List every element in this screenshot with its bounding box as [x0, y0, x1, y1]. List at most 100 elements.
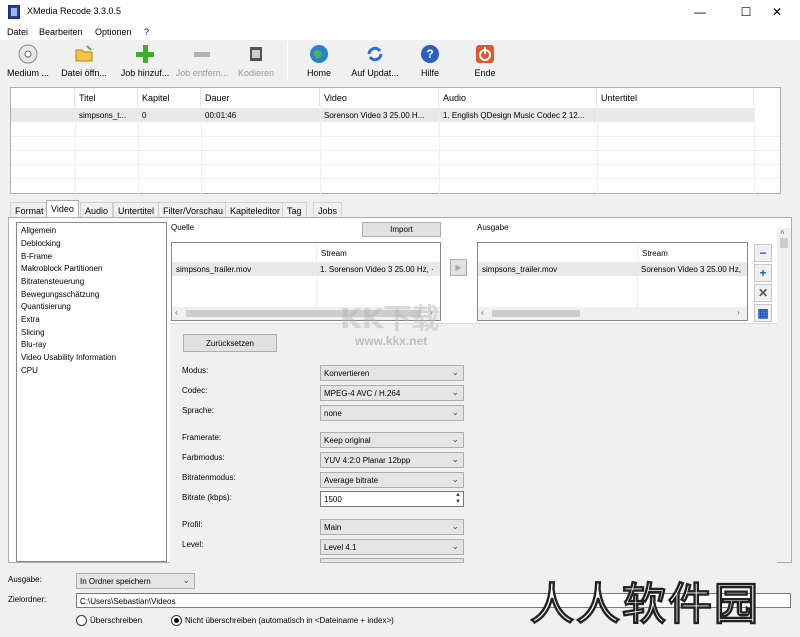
column-header-audio[interactable]: Audio — [439, 88, 597, 106]
profile-select[interactable]: Main ⌄ — [320, 519, 464, 535]
scroll-up-icon[interactable]: ˄ — [780, 228, 785, 237]
column-header-duration[interactable]: Dauer — [201, 88, 320, 106]
output-hscrollbar[interactable]: ‹ › — [478, 307, 747, 320]
app-icon — [8, 5, 20, 19]
source-stream-header: Stream — [321, 249, 347, 258]
menu-optionen[interactable]: Optionen — [95, 27, 132, 37]
overwrite-label: Überschreiben — [90, 616, 143, 625]
level-label: Level: — [182, 540, 204, 549]
tab-jobs[interactable]: Jobs — [313, 202, 343, 217]
chevron-down-icon: ⌄ — [451, 474, 459, 484]
tab-chapter-editor[interactable]: Kapiteleditor — [225, 202, 286, 217]
grid-line — [11, 136, 780, 137]
colormode-select[interactable]: YUV 4:2:0 Planar 12bpp ⌄ — [320, 452, 464, 468]
reset-button[interactable]: Zurücksetzen — [183, 334, 277, 352]
codec-select[interactable]: MPEG-4 AVC / H.264 ⌄ — [320, 385, 464, 401]
menu-bearbeiten[interactable]: Bearbeiten — [39, 27, 83, 37]
scroll-thumb[interactable] — [780, 238, 788, 248]
remove-stream-button[interactable]: − — [754, 244, 772, 262]
bitrate-label: Bitrate (kbps): — [182, 493, 232, 502]
nav-item-bewegungsschaetzung[interactable]: Bewegungsschätzung — [21, 290, 99, 299]
medium-button[interactable]: Medium ... — [4, 41, 52, 83]
settings-area — [170, 323, 777, 563]
minimize-button[interactable]: — — [677, 0, 723, 24]
update-button[interactable]: Auf Updat... — [346, 41, 404, 83]
move-stream-button[interactable]: ▶ — [450, 259, 467, 276]
disc-icon — [18, 44, 38, 64]
tab-tag[interactable]: Tag — [282, 202, 307, 217]
nav-item-bitratensteuerung[interactable]: Bitratensteuerung — [21, 277, 84, 286]
nav-item-b-frame[interactable]: B-Frame — [21, 252, 52, 261]
scroll-left-icon[interactable]: ‹ — [481, 308, 484, 317]
panel-vscrollbar[interactable]: ˄ — [777, 228, 791, 562]
job-table[interactable]: Titel Kapitel Dauer Video Audio Untertit… — [10, 87, 781, 194]
plus-icon: + — [759, 266, 767, 280]
close-button[interactable]: ✕ — [754, 0, 800, 24]
codec-label: Codec: — [182, 386, 208, 395]
nav-item-allgemein[interactable]: Allgemein — [21, 226, 56, 235]
cell-chapter: 0 — [138, 108, 201, 122]
home-button[interactable]: Home — [300, 41, 338, 83]
scroll-thumb[interactable] — [492, 310, 580, 317]
nav-item-blu-ray[interactable]: Blu-ray — [21, 340, 46, 349]
nav-item-makroblock[interactable]: Makroblock Partitionen — [21, 264, 102, 273]
refresh-icon — [365, 44, 385, 64]
output-stream-list[interactable]: Stream simpsons_trailer.mov Sorenson Vid… — [477, 242, 748, 321]
add-stream-button[interactable]: + — [754, 264, 772, 282]
language-select[interactable]: none ⌄ — [320, 405, 464, 421]
bitrate-input[interactable]: 1500 ▲ ▼ — [320, 491, 464, 507]
watermark-url: www.kkx.net — [355, 334, 428, 348]
bitrate-value: 1500 — [324, 495, 342, 504]
tab-format[interactable]: Format — [10, 202, 49, 217]
grid-line — [11, 164, 780, 165]
column-header-title[interactable]: Titel — [75, 88, 138, 106]
output-label: Ausgabe — [477, 223, 509, 232]
import-button[interactable]: Import — [362, 222, 441, 237]
column-header-subtitle[interactable]: Untertitel — [597, 88, 754, 106]
add-job-button[interactable]: Job hinzuf... — [118, 41, 172, 83]
column-header-video[interactable]: Video — [320, 88, 439, 106]
tab-video[interactable]: Video — [46, 200, 79, 218]
open-file-button[interactable]: Datei öffn... — [57, 41, 111, 83]
output-mode-select[interactable]: In Ordner speichern ⌄ — [76, 573, 195, 589]
mode-select[interactable]: Konvertieren ⌄ — [320, 365, 464, 381]
nav-item-vui[interactable]: Video Usability Information — [21, 353, 116, 362]
output-mode-value: In Ordner speichern — [80, 577, 151, 586]
help-button[interactable]: ? Hilfe — [413, 41, 447, 83]
scroll-left-icon[interactable]: ‹ — [175, 308, 178, 317]
bitratemode-select[interactable]: Average bitrate ⌄ — [320, 472, 464, 488]
menu-datei[interactable]: Datei — [7, 27, 28, 37]
level-value: Level 4.1 — [324, 543, 357, 552]
delete-stream-button[interactable]: ✕ — [754, 284, 772, 302]
column-header-chapter[interactable]: Kapitel — [138, 88, 201, 106]
level-select[interactable]: Level 4.1 ⌄ — [320, 539, 464, 555]
tab-audio[interactable]: Audio — [80, 202, 114, 217]
scroll-right-icon[interactable]: › — [737, 308, 740, 317]
tab-filter-preview[interactable]: Filter/Vorschau — [158, 202, 229, 217]
nav-item-extra[interactable]: Extra — [21, 315, 40, 324]
next-select-partial[interactable] — [320, 558, 464, 563]
nav-item-cpu[interactable]: CPU — [21, 366, 38, 375]
grid-icon: ▦ — [757, 306, 769, 320]
grid-view-button[interactable]: ▦ — [754, 304, 772, 322]
exit-button[interactable]: Ende — [468, 41, 502, 83]
spinner-arrows-icon[interactable]: ▲ ▼ — [455, 492, 461, 506]
remove-job-button[interactable]: Job entfern... — [173, 41, 231, 83]
language-label: Sprache: — [182, 406, 215, 415]
no-overwrite-radio[interactable] — [171, 615, 182, 626]
nav-item-deblocking[interactable]: Deblocking — [21, 239, 61, 248]
menu-help[interactable]: ? — [144, 27, 149, 37]
nav-item-slicing[interactable]: Slicing — [21, 328, 45, 337]
chevron-down-icon: ⌄ — [451, 367, 459, 377]
encode-button[interactable]: Kodieren — [235, 41, 277, 83]
svg-text:?: ? — [426, 47, 433, 61]
power-icon — [475, 44, 495, 64]
plus-icon — [135, 44, 155, 64]
framerate-select[interactable]: Keep original ⌄ — [320, 432, 464, 448]
nav-item-quantisierung[interactable]: Quantisierung — [21, 302, 71, 311]
overwrite-radio[interactable] — [76, 615, 87, 626]
globe-icon — [309, 44, 329, 64]
settings-nav-list[interactable]: Allgemein Deblocking B-Frame Makroblock … — [16, 222, 167, 562]
tab-subtitle[interactable]: Untertitel — [113, 202, 160, 217]
output-file: simpsons_trailer.mov — [482, 265, 558, 274]
